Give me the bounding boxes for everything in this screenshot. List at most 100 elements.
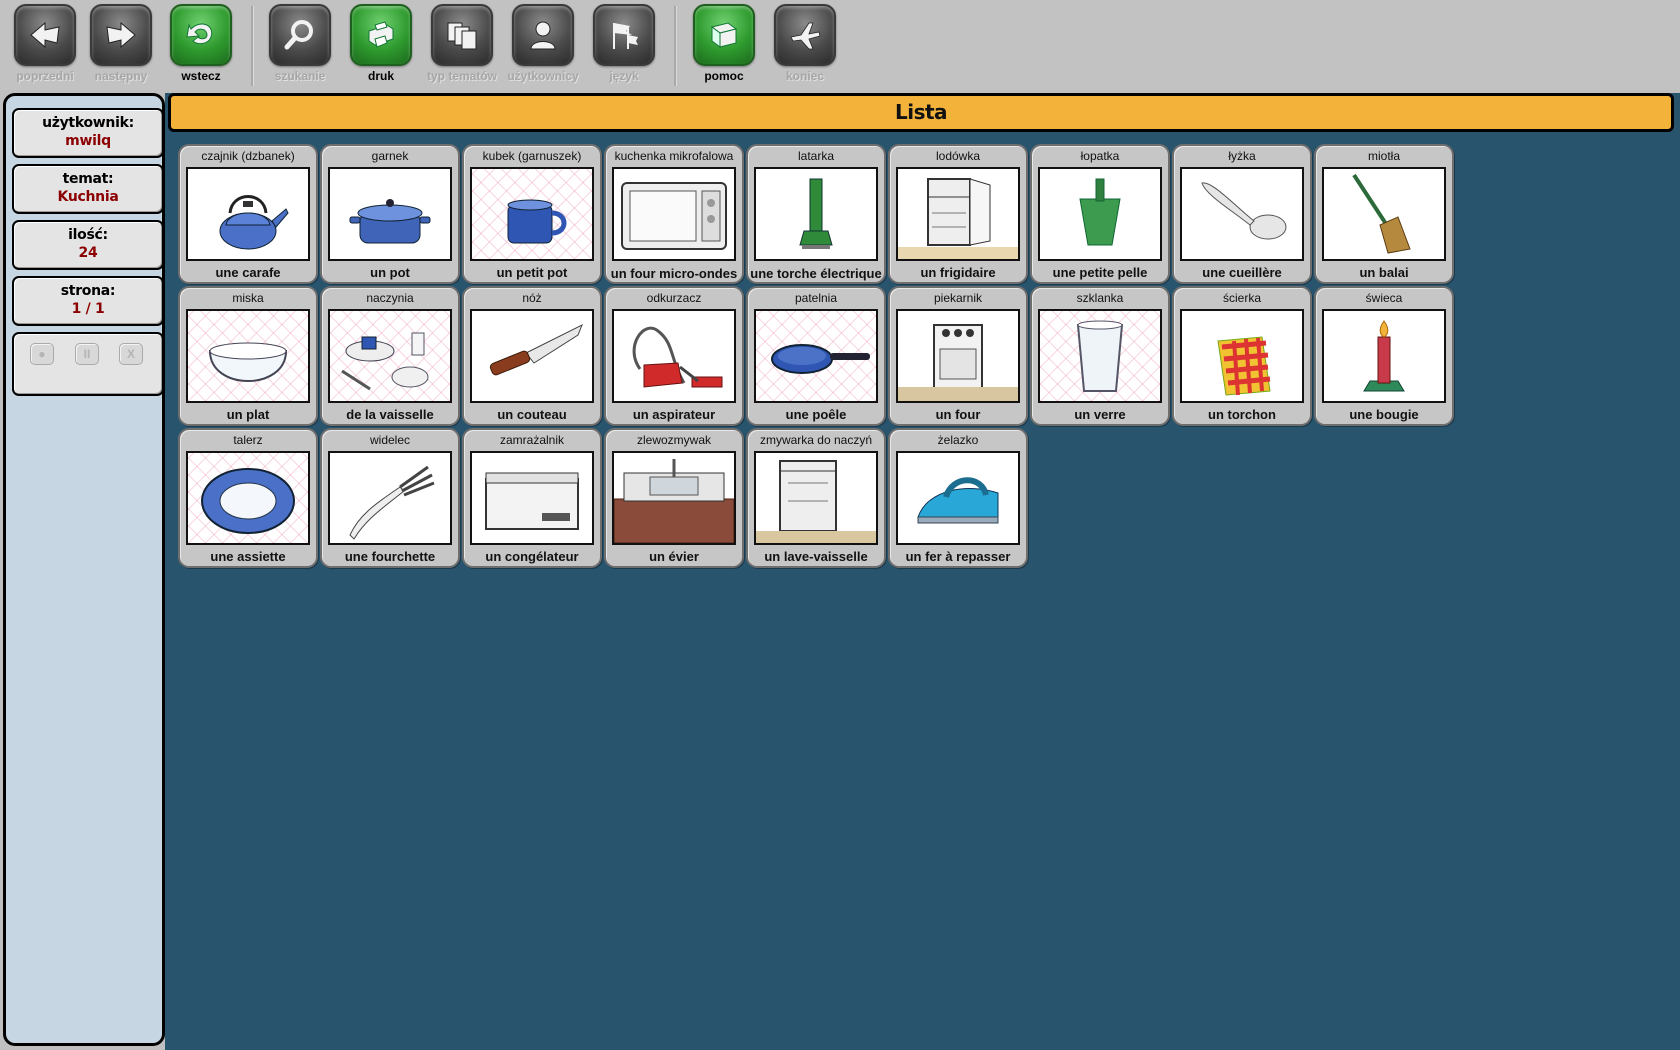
card-polish-word: piekarnik [933, 291, 983, 305]
page-box: strona: 1 / 1 [12, 276, 164, 326]
card-polish-word: szklanka [1076, 291, 1124, 305]
kettle-picture [186, 167, 310, 261]
vocab-card[interactable]: szklanka un verre [1030, 286, 1170, 426]
next-button[interactable]: następny [80, 4, 162, 88]
card-french-word: une fourchette [344, 549, 436, 564]
card-french-word: un aspirateur [632, 407, 716, 422]
help-button[interactable]: pomoc [683, 4, 765, 88]
plate-picture [186, 451, 310, 545]
vocab-card[interactable]: naczynia de la vaisselle [320, 286, 460, 426]
card-polish-word: łyżka [1228, 149, 1256, 163]
user-box: użytkownik: mwilq [12, 108, 164, 158]
card-polish-word: naczynia [366, 291, 414, 305]
vacuum-picture [612, 309, 736, 403]
vocab-card[interactable]: łyżka une cueillère [1172, 144, 1312, 284]
previous-button[interactable]: poprzedni [4, 4, 86, 88]
vocab-card[interactable]: garnek un pot [320, 144, 460, 284]
card-polish-word: talerz [233, 433, 263, 447]
airplane-icon [774, 4, 836, 66]
card-french-word: un plat [226, 407, 270, 422]
bowl-picture [186, 309, 310, 403]
user-label: użytkownik: [42, 115, 134, 131]
exit-button[interactable]: koniec [764, 4, 846, 88]
dustpan-picture [1038, 167, 1162, 261]
card-french-word: une petite pelle [1052, 265, 1148, 280]
vocab-card[interactable]: świeca une bougie [1314, 286, 1454, 426]
vocab-card[interactable]: miska un plat [178, 286, 318, 426]
card-polish-word: łopatka [1080, 149, 1120, 163]
microwave-picture [612, 167, 736, 261]
cloth-picture [1180, 309, 1304, 403]
card-french-word: de la vaisselle [346, 407, 434, 422]
playback-controls: ● II X [12, 332, 164, 396]
topic-type-button[interactable]: typ tematów [421, 4, 503, 88]
users-button[interactable]: użytkownicy [502, 4, 584, 88]
toolbar-separator [251, 6, 254, 86]
exit-label: koniec [785, 69, 824, 83]
user-icon [512, 4, 574, 66]
pot-picture [328, 167, 452, 261]
card-french-word: un évier [649, 549, 699, 564]
vocab-card[interactable]: zamrażalnik un congélateur [462, 428, 602, 568]
card-french-word: un verre [1074, 407, 1126, 422]
card-polish-word: czajnik (dzbanek) [201, 149, 295, 163]
vocab-card[interactable]: lodówka un frigidaire [888, 144, 1028, 284]
card-polish-word: żelazko [937, 433, 979, 447]
users-label: użytkownicy [507, 69, 579, 83]
help-label: pomoc [704, 69, 744, 83]
card-polish-word: patelnia [794, 291, 838, 305]
dishes-picture [328, 309, 452, 403]
vocab-card[interactable]: nóż un couteau [462, 286, 602, 426]
card-french-word: un four [935, 407, 981, 422]
glass-picture [1038, 309, 1162, 403]
card-polish-word: zmywarka do naczyń [759, 433, 873, 447]
knife-picture [470, 309, 594, 403]
vocab-card[interactable]: zmywarka do naczyń un lave-vaisselle [746, 428, 886, 568]
card-polish-word: lodówka [935, 149, 981, 163]
print-button[interactable]: druk [340, 4, 422, 88]
vocab-card[interactable]: ścierka un torchon [1172, 286, 1312, 426]
vocab-card[interactable]: patelnia une poêle [746, 286, 886, 426]
vocab-card[interactable]: kubek (garnuszek) un petit pot [462, 144, 602, 284]
spoon-picture [1180, 167, 1304, 261]
book-icon [693, 4, 755, 66]
search-button[interactable]: szukanie [259, 4, 341, 88]
record-icon[interactable]: ● [30, 343, 54, 365]
vocab-card[interactable]: widelec une fourchette [320, 428, 460, 568]
language-button[interactable]: język [583, 4, 665, 88]
card-french-word: un congélateur [485, 549, 579, 564]
vocab-card[interactable]: łopatka une petite pelle [1030, 144, 1170, 284]
card-polish-word: widelec [369, 433, 411, 447]
vocab-card[interactable]: piekarnik un four [888, 286, 1028, 426]
topic-value: Kuchnia [57, 189, 119, 205]
card-french-word: une torche électrique [750, 266, 882, 281]
card-french-word: un torchon [1208, 407, 1276, 422]
back-button[interactable]: wstecz [160, 4, 242, 88]
arrow-right-icon [90, 4, 152, 66]
card-polish-word: miotła [1367, 149, 1400, 163]
card-polish-word: zamrażalnik [499, 433, 565, 447]
vocab-card[interactable]: latarka une torche électrique [746, 144, 886, 284]
card-polish-word: nóż [522, 291, 542, 305]
vocab-card[interactable]: zlewozmywak un évier [604, 428, 744, 568]
vocab-card[interactable]: żelazko un fer à repasser [888, 428, 1028, 568]
card-polish-word: zlewozmywak [636, 433, 711, 447]
vocab-card[interactable]: miotła un balai [1314, 144, 1454, 284]
vocab-card[interactable]: talerz une assiette [178, 428, 318, 568]
page-title: Lista [894, 100, 948, 124]
user-value: mwilq [65, 133, 111, 149]
topic-label: temat: [62, 171, 114, 187]
oven-picture [896, 309, 1020, 403]
dishwasher-picture [754, 451, 878, 545]
pause-icon[interactable]: II [75, 343, 99, 365]
card-french-word: un petit pot [496, 265, 568, 280]
printer-icon [350, 4, 412, 66]
stop-icon[interactable]: X [119, 343, 143, 365]
vocab-card[interactable]: odkurzacz un aspirateur [604, 286, 744, 426]
vocab-card[interactable]: kuchenka mikrofalowa un four micro-ondes [604, 144, 744, 284]
count-box: ilość: 24 [12, 220, 164, 270]
vocab-card[interactable]: czajnik (dzbanek) une carafe [178, 144, 318, 284]
flashlight-picture [754, 167, 878, 261]
page-value: 1 / 1 [71, 301, 105, 317]
card-french-word: une cueillère [1202, 265, 1282, 280]
